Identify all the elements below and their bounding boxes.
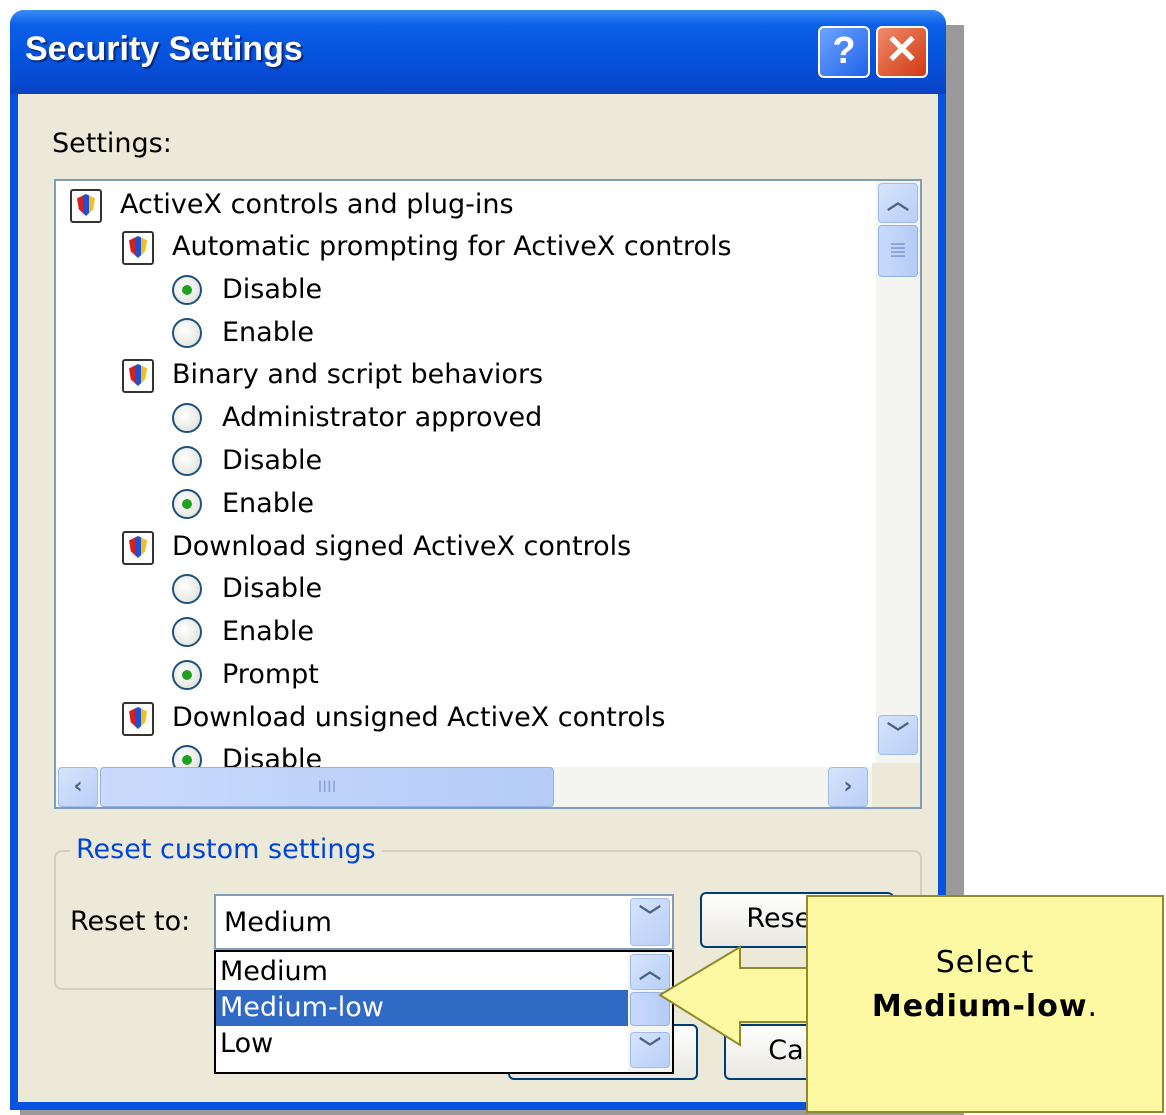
callout-period: . — [1087, 989, 1099, 1024]
instruction-callout: Select Medium-low. — [806, 895, 1164, 1113]
callout-line-2: Medium-low. — [808, 989, 1162, 1024]
callout-emphasis: Medium-low — [871, 989, 1088, 1024]
callout-line-1: Select — [935, 945, 1035, 980]
